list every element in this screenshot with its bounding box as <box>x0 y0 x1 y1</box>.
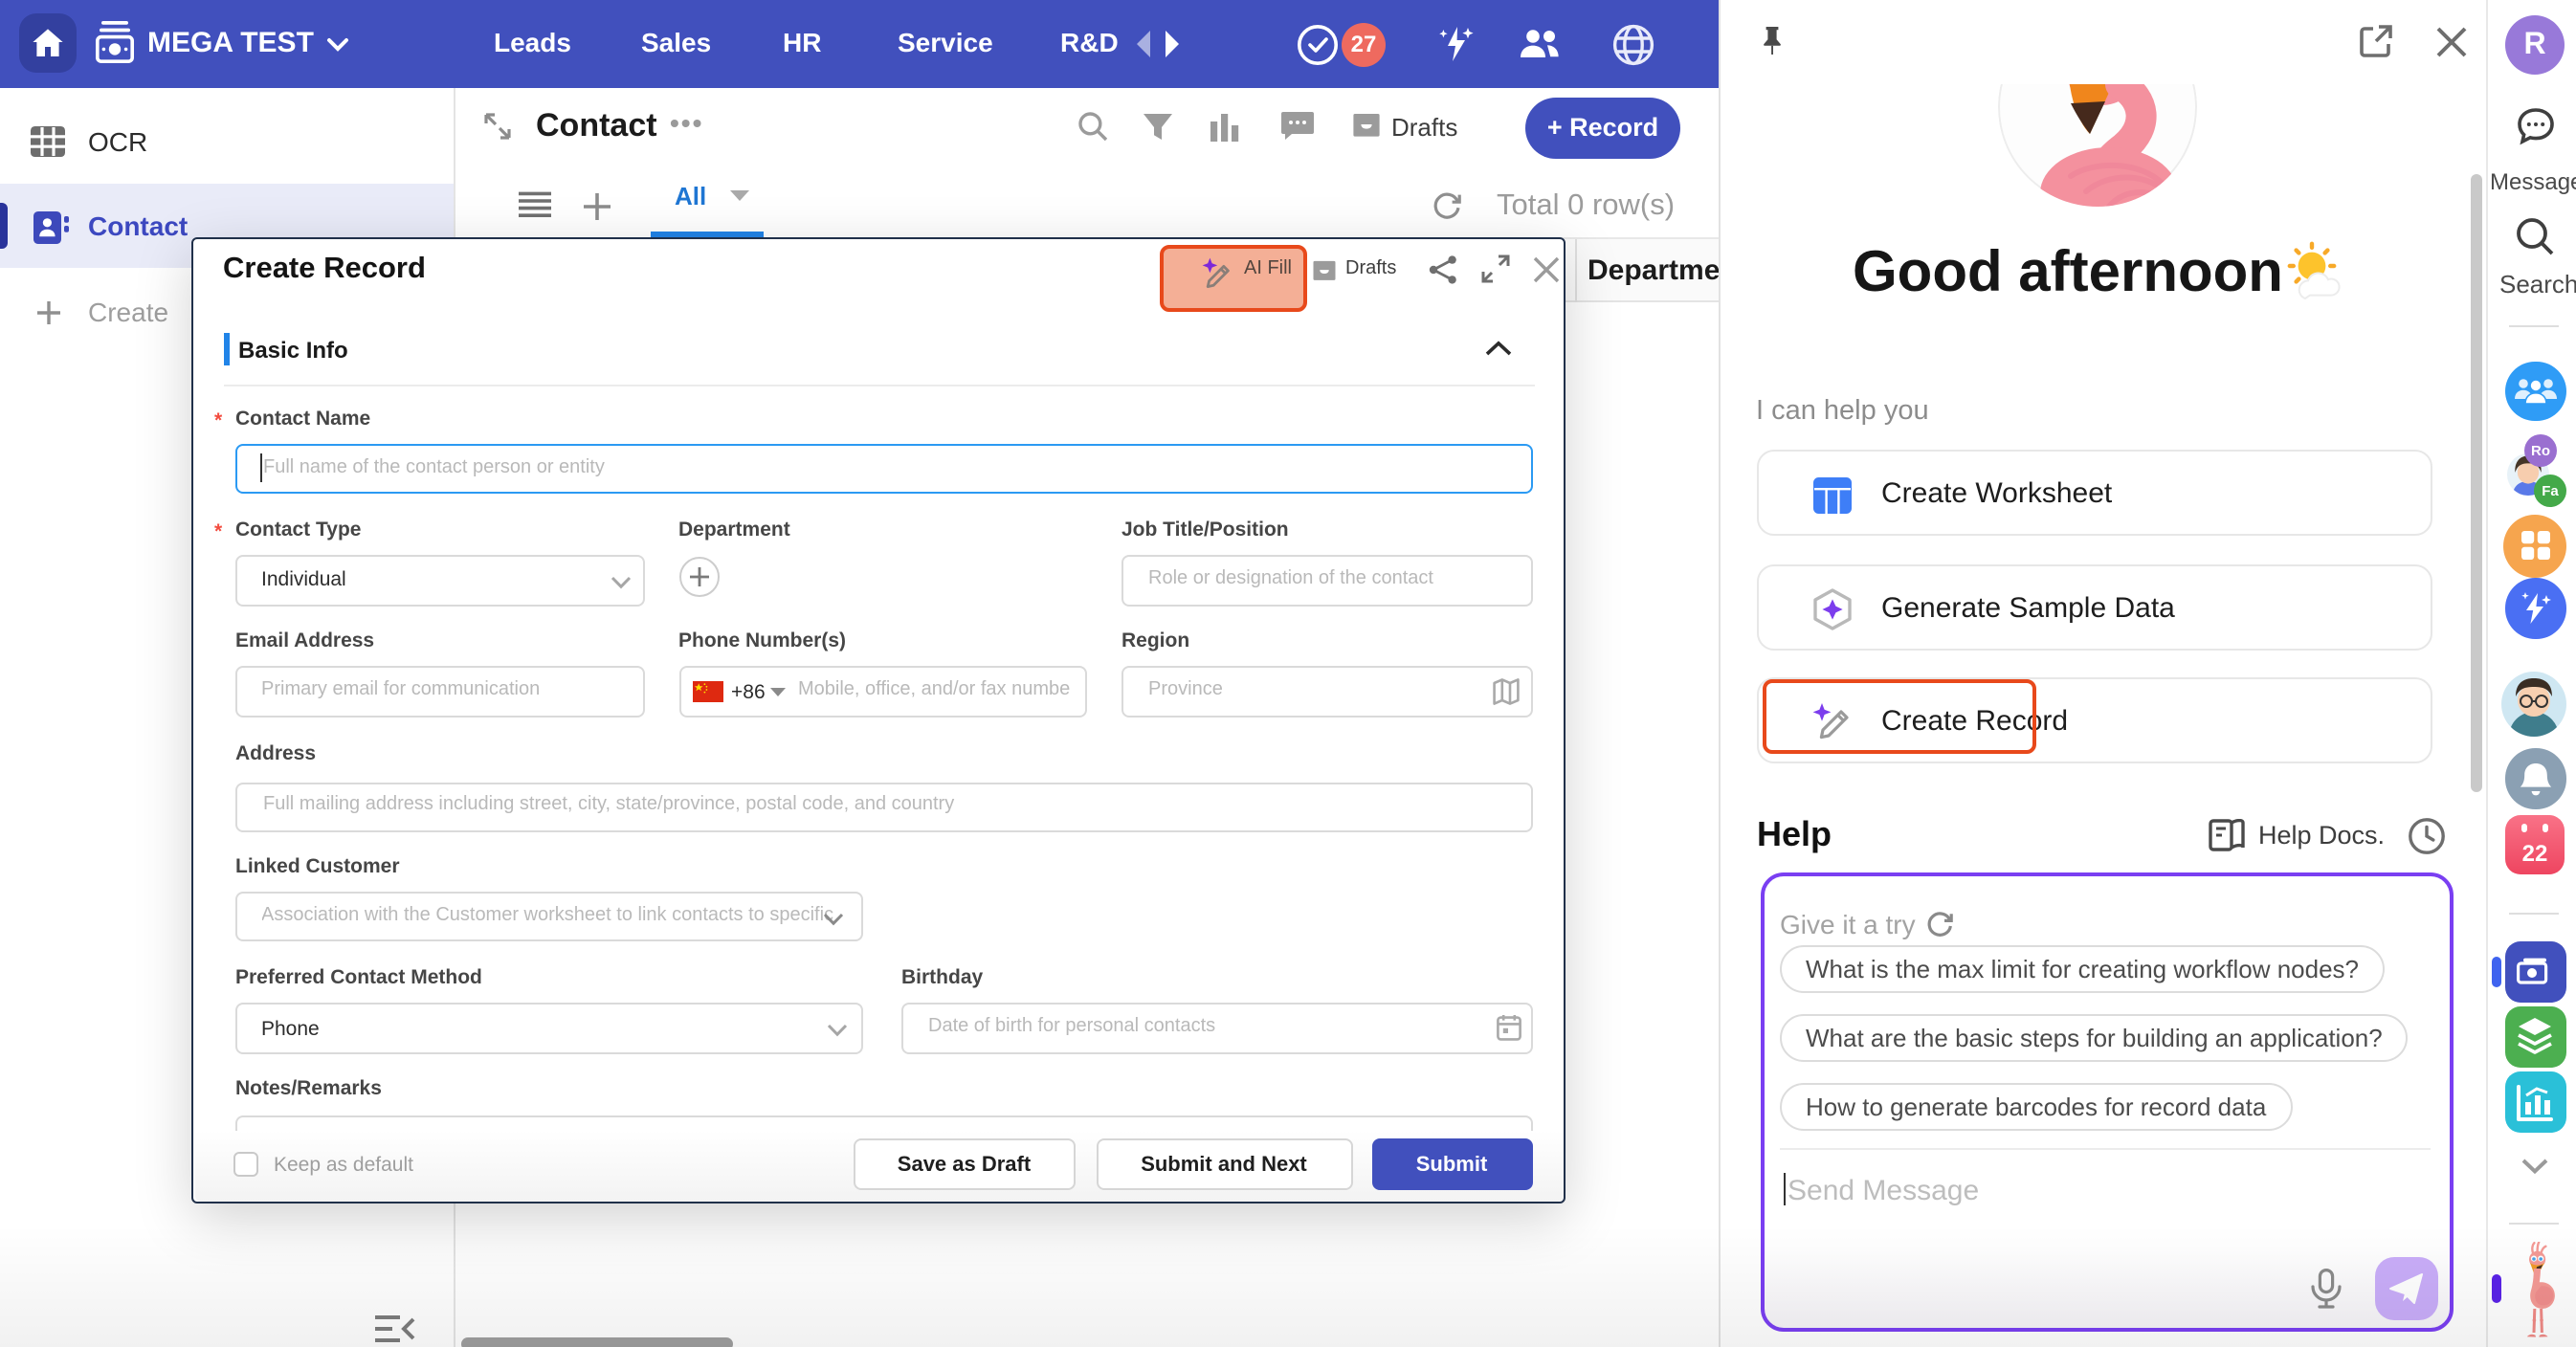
svg-text:22: 22 <box>2521 841 2547 867</box>
